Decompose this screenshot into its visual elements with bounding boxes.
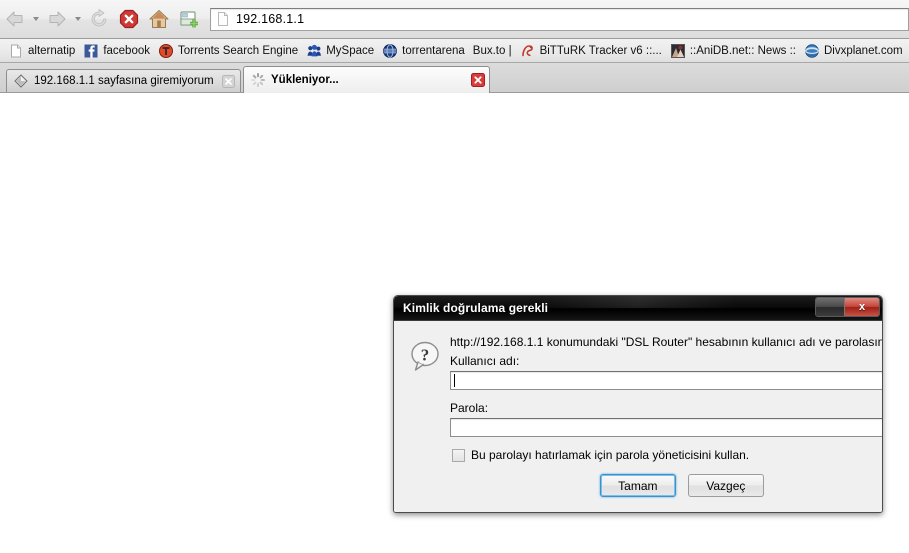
- dialog-titlebar[interactable]: Kimlik doğrulama gerekli x: [394, 296, 882, 321]
- back-button[interactable]: [0, 4, 30, 34]
- cancel-button[interactable]: Vazgeç: [687, 474, 764, 497]
- bookmark-alternatip[interactable]: alternatip: [4, 41, 79, 61]
- loading-spinner-icon: [251, 73, 265, 87]
- page-icon: [218, 12, 228, 26]
- torrent-search-icon: [159, 43, 173, 58]
- tab-title: Yükleniyor...: [271, 74, 339, 86]
- tab-title: 192.168.1.1 sayfasına giremiyorum: [34, 75, 214, 87]
- bookmark-divxplanet[interactable]: Divxplanet.com: [800, 41, 907, 61]
- bookmark-label: ::AniDB.net:: News ::: [689, 44, 796, 57]
- document-icon: [14, 74, 28, 88]
- password-label: Parola:: [450, 401, 489, 415]
- new-page-icon: [180, 11, 198, 28]
- torrentarena-icon: [383, 43, 398, 58]
- url-bar[interactable]: 192.168.1.1: [210, 7, 909, 31]
- bookmark-bux-to[interactable]: Bux.to |: [469, 41, 516, 61]
- home-icon: [149, 10, 169, 28]
- question-bubble-icon: ?: [411, 341, 439, 371]
- bookmark-label: Divxplanet.com: [823, 44, 903, 57]
- reload-button[interactable]: [84, 4, 114, 34]
- svg-text:?: ?: [421, 346, 430, 365]
- bookmark-torrents-search-engine[interactable]: Torrents Search Engine: [154, 41, 302, 61]
- forward-history-dropdown[interactable]: [72, 4, 84, 34]
- tab-yukleniyor[interactable]: Yükleniyor...: [243, 66, 490, 93]
- new-page-button[interactable]: [174, 4, 204, 34]
- text-caret: [454, 374, 455, 387]
- bookmark-bitturk-tracker[interactable]: BiTTuRK Tracker v6 ::...: [516, 41, 666, 61]
- bookmark-anidb-news[interactable]: ::AniDB.net:: News ::: [666, 41, 800, 61]
- forward-button[interactable]: [42, 4, 72, 34]
- username-label: Kullanıcı adı:: [450, 354, 520, 368]
- stop-button[interactable]: [114, 4, 144, 34]
- authentication-required-dialog: Kimlik doğrulama gerekli x ? http://192.…: [393, 295, 883, 513]
- stop-icon: [119, 9, 139, 29]
- password-input[interactable]: [450, 418, 882, 437]
- bookmark-label: facebook: [103, 44, 150, 57]
- tab-192-168-1-1-sayfasina-giremiyorum[interactable]: 192.168.1.1 sayfasına giremiyorum: [6, 69, 241, 92]
- chevron-down-icon: [33, 17, 39, 21]
- bookmarks-bar: alternatip facebook Torrents Search Engi…: [0, 39, 909, 63]
- remember-password-row[interactable]: Bu parolayı hatırlamak için parola yönet…: [452, 448, 882, 462]
- bookmark-label: Bux.to |: [472, 44, 512, 57]
- remember-password-label: Bu parolayı hatırlamak için parola yönet…: [471, 448, 750, 462]
- bookmark-label: MySpace: [326, 44, 375, 57]
- bookmark-label: torrentarena: [402, 44, 465, 57]
- bookmark-label: Torrents Search Engine: [178, 44, 299, 57]
- close-icon: [222, 74, 235, 88]
- tab-close-button[interactable]: [470, 73, 485, 88]
- facebook-icon: [84, 44, 98, 57]
- bookmark-myspace[interactable]: MySpace: [302, 41, 378, 61]
- back-arrow-icon: [6, 11, 23, 27]
- reload-icon: [91, 8, 107, 27]
- url-text: 192.168.1.1: [236, 12, 305, 26]
- home-button[interactable]: [144, 4, 174, 34]
- dialog-close-button[interactable]: x: [844, 298, 879, 316]
- dialog-minimize-button[interactable]: [816, 298, 844, 316]
- anidb-icon: [670, 43, 685, 58]
- bitturk-icon: [521, 44, 533, 56]
- close-icon: [470, 73, 485, 87]
- ok-button[interactable]: Tamam: [599, 474, 676, 497]
- dialog-title: Kimlik doğrulama gerekli: [403, 301, 549, 315]
- bookmark-label: alternatip: [28, 44, 76, 57]
- dialog-fields: http://192.168.1.1 konumundaki "DSL Rout…: [450, 335, 883, 497]
- chevron-down-icon: [75, 17, 81, 21]
- remember-password-checkbox[interactable]: [452, 448, 465, 462]
- back-history-dropdown[interactable]: [30, 4, 42, 34]
- dialog-body: ? http://192.168.1.1 konumundaki "DSL Ro…: [394, 321, 882, 512]
- tab-close-button[interactable]: [221, 74, 236, 89]
- dialog-window-buttons: x: [815, 297, 880, 317]
- bookmark-facebook[interactable]: facebook: [79, 41, 154, 61]
- forward-arrow-icon: [49, 11, 66, 27]
- dialog-top-row: ? http://192.168.1.1 konumundaki "DSL Ro…: [408, 335, 882, 497]
- dialog-message: http://192.168.1.1 konumundaki "DSL Rout…: [450, 335, 883, 349]
- divxplanet-icon: [805, 43, 819, 58]
- browser-navigation-toolbar: 192.168.1.1: [0, 0, 909, 39]
- bookmark-torrentarena[interactable]: torrentarena: [378, 41, 469, 61]
- tab-strip: 192.168.1.1 sayfasına giremiyorum Yüklen…: [0, 63, 909, 93]
- bookmark-label: BiTTuRK Tracker v6 ::...: [539, 44, 662, 57]
- username-input[interactable]: [450, 371, 882, 390]
- dialog-buttons: Tamam Vazgeç: [450, 474, 882, 497]
- myspace-icon: [307, 44, 322, 56]
- blank-page-icon: [11, 44, 21, 57]
